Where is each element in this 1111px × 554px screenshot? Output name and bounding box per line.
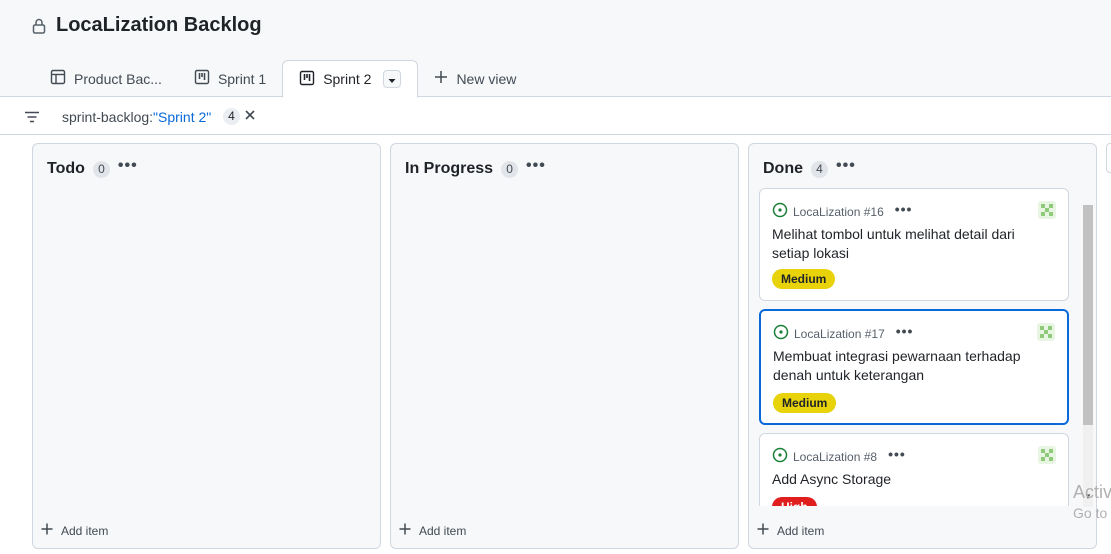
issue-card[interactable]: LocaLization #17 ••• Membuat integrasi p… [759, 309, 1069, 425]
plus-icon [399, 523, 411, 538]
card-title[interactable]: Membuat integrasi pewarnaan terhadap den… [773, 347, 1043, 385]
tab-product-backlog[interactable]: Product Bac... [34, 60, 178, 97]
column-in-progress: In Progress 0 ••• Add item [390, 143, 739, 549]
add-item-label: Add item [61, 523, 109, 538]
priority-badge: High [772, 497, 817, 506]
scrollbar-thumb[interactable] [1083, 205, 1093, 425]
card-title[interactable]: Add Async Storage [772, 470, 1042, 489]
avatar[interactable] [1038, 201, 1056, 219]
filter-icon[interactable] [24, 110, 40, 128]
column-count: 0 [501, 160, 519, 178]
card-meta: LocaLization #8 ••• [772, 446, 906, 466]
issue-card[interactable]: LocaLization #16 ••• Melihat tombol untu… [759, 188, 1069, 301]
column-header: In Progress 0 ••• [405, 158, 546, 178]
filter-value: "Sprint 2" [153, 109, 212, 125]
tab-label: Sprint 1 [217, 70, 267, 87]
plus-icon [434, 70, 448, 87]
tab-label: Product Bac... [74, 70, 162, 87]
issue-open-icon [772, 447, 788, 466]
project-header: LocaLization Backlog Product Bac... Spri… [0, 0, 1111, 98]
add-item-button[interactable]: Add item [41, 523, 108, 538]
add-item-label: Add item [777, 523, 825, 538]
issue-card[interactable]: LocaLization #8 ••• Add Async Storage Hi… [759, 433, 1069, 506]
filter-result-count: 4 [223, 108, 240, 125]
issue-open-icon [772, 202, 788, 221]
lock-icon [32, 18, 46, 34]
next-column-edge [1106, 143, 1111, 173]
watermark-line-2: Go to [1073, 505, 1108, 521]
caret-down-icon [388, 71, 396, 87]
clear-filter-button[interactable] [243, 108, 257, 127]
watermark-line-1: Activ [1073, 482, 1111, 502]
plus-icon [41, 523, 53, 538]
column-done: Done 4 ••• LocaLization #16 ••• Melihat … [748, 143, 1097, 549]
view-options-button[interactable] [383, 70, 402, 88]
card-menu-icon[interactable]: ••• [895, 201, 913, 217]
card-menu-icon[interactable]: ••• [896, 323, 914, 339]
column-menu-icon[interactable]: ••• [526, 158, 546, 174]
close-icon [243, 109, 257, 126]
avatar[interactable] [1038, 446, 1056, 464]
card-title[interactable]: Melihat tombol untuk melihat detail dari… [772, 225, 1042, 263]
view-tabs: Product Bac... Sprint 1 Sprint 2 New vie [34, 60, 532, 98]
title-row: LocaLization Backlog [32, 14, 262, 37]
filter-bar: sprint-backlog:"Sprint 2" 4 [0, 98, 1111, 135]
add-item-button[interactable]: Add item [757, 523, 824, 538]
priority-badge: Medium [772, 269, 836, 289]
column-title: Done [763, 160, 803, 177]
filter-query-input[interactable]: sprint-backlog:"Sprint 2" [62, 109, 211, 125]
column-header: Done 4 ••• [763, 158, 856, 178]
column-count: 0 [92, 160, 110, 178]
issue-ref[interactable]: LocaLization #16 [793, 205, 884, 219]
tab-sprint-1[interactable]: Sprint 1 [178, 60, 282, 97]
column-scrollbar[interactable] [1083, 205, 1093, 507]
tab-label: Sprint 2 [323, 71, 372, 87]
card-meta: LocaLization #17 ••• [773, 323, 914, 343]
add-item-button[interactable]: Add item [399, 523, 466, 538]
board-icon [299, 70, 315, 89]
priority-badge: Medium [773, 393, 837, 413]
new-view-button[interactable]: New view [418, 60, 532, 97]
add-item-label: Add item [419, 523, 467, 538]
issue-ref[interactable]: LocaLization #17 [794, 327, 885, 341]
filter-key: sprint-backlog: [62, 109, 154, 125]
card-list: LocaLization #16 ••• Melihat tombol untu… [759, 188, 1069, 506]
column-title: In Progress [405, 160, 494, 177]
column-menu-icon[interactable]: ••• [118, 158, 138, 174]
page-title: LocaLization Backlog [56, 14, 262, 36]
card-menu-icon[interactable]: ••• [888, 446, 906, 462]
board-icon [194, 69, 210, 88]
avatar[interactable] [1037, 323, 1055, 341]
column-count: 4 [811, 160, 828, 178]
column-header: Todo 0 ••• [47, 158, 138, 178]
os-activation-watermark: Activ Go to [1073, 482, 1111, 524]
column-todo: Todo 0 ••• Add item [32, 143, 381, 549]
issue-open-icon [773, 324, 789, 343]
board: Todo 0 ••• Add item In Progress 0 ••• Ad… [0, 135, 1111, 554]
column-menu-icon[interactable]: ••• [836, 158, 856, 174]
tab-sprint-2[interactable]: Sprint 2 [282, 60, 419, 98]
plus-icon [757, 523, 769, 538]
card-meta: LocaLization #16 ••• [772, 201, 913, 221]
issue-ref[interactable]: LocaLization #8 [793, 450, 877, 464]
table-icon [50, 69, 66, 88]
tab-label: New view [456, 70, 517, 87]
column-title: Todo [47, 160, 85, 177]
